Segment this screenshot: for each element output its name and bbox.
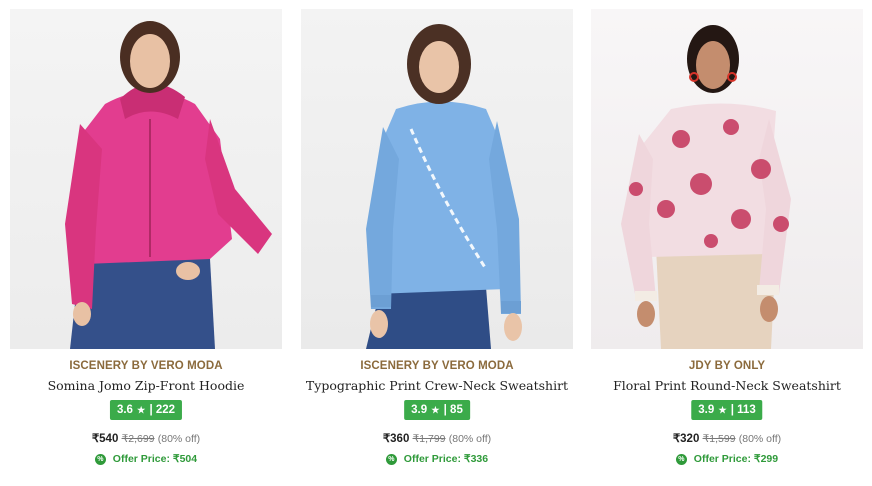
current-price: ₹320 [672, 433, 700, 445]
offer-price: ₹336 [463, 453, 489, 465]
product-card[interactable]: JDY BY ONLY Floral Print Round-Neck Swea… [591, 9, 863, 479]
product-title[interactable]: Typographic Print Crew-Neck Sweatshirt [301, 378, 573, 393]
star-icon: ★ [431, 405, 440, 415]
rating-badge: 3.9 ★ | 113 [691, 400, 763, 420]
rating-badge: 3.6 ★ | 222 [109, 400, 183, 420]
review-count: 85 [450, 404, 463, 416]
product-image[interactable] [591, 9, 863, 349]
offer-price-row: % Offer Price: ₹504 [10, 453, 282, 465]
review-count: 222 [155, 404, 176, 416]
discount-label: (80% off) [738, 433, 782, 445]
offer-price: ₹299 [753, 453, 779, 465]
price-row: ₹360 ₹1,799 (80% off) [301, 431, 573, 445]
offer-percent-icon: % [94, 453, 106, 465]
product-brand: ISCENERY BY VERO MODA [69, 360, 223, 372]
product-brand: ISCENERY BY VERO MODA [360, 360, 514, 372]
current-price: ₹540 [91, 433, 119, 445]
rating-separator: | [730, 404, 734, 416]
offer-label: Offer Price: [693, 453, 751, 465]
offer-price-row: % Offer Price: ₹336 [301, 453, 573, 465]
price-row: ₹320 ₹1,599 (80% off) [591, 431, 863, 445]
product-title[interactable]: Somina Jomo Zip-Front Hoodie [10, 378, 282, 393]
star-icon: ★ [137, 405, 146, 415]
offer-price: ₹504 [172, 453, 198, 465]
rating-separator: | [149, 404, 153, 416]
offer-label: Offer Price: [112, 453, 170, 465]
offer-label: Offer Price: [403, 453, 461, 465]
rating-separator: | [443, 404, 447, 416]
rating-value: 3.9 [411, 404, 428, 416]
offer-percent-icon: % [675, 453, 687, 465]
product-card[interactable]: ISCENERY BY VERO MODA Typographic Print … [301, 9, 573, 479]
rating-value: 3.9 [698, 404, 715, 416]
discount-label: (80% off) [448, 433, 492, 445]
offer-price-row: % Offer Price: ₹299 [591, 453, 863, 465]
product-image[interactable] [10, 9, 282, 349]
original-price: ₹1,799 [412, 433, 446, 445]
star-icon: ★ [718, 405, 727, 415]
product-grid: ISCENERY BY VERO MODA Somina Jomo Zip-Fr… [0, 0, 872, 486]
offer-percent-icon: % [385, 453, 397, 465]
discount-label: (80% off) [157, 433, 201, 445]
product-brand: JDY BY ONLY [688, 360, 766, 372]
price-row: ₹540 ₹2,699 (80% off) [10, 431, 282, 445]
product-card[interactable]: ISCENERY BY VERO MODA Somina Jomo Zip-Fr… [10, 9, 282, 479]
rating-badge: 3.9 ★ | 85 [404, 400, 470, 420]
original-price: ₹2,699 [121, 433, 155, 445]
rating-value: 3.6 [116, 404, 133, 416]
original-price: ₹1,599 [702, 433, 736, 445]
product-image[interactable] [301, 9, 573, 349]
product-title[interactable]: Floral Print Round-Neck Sweatshirt [591, 378, 863, 393]
review-count: 113 [737, 404, 756, 416]
current-price: ₹360 [382, 433, 410, 445]
